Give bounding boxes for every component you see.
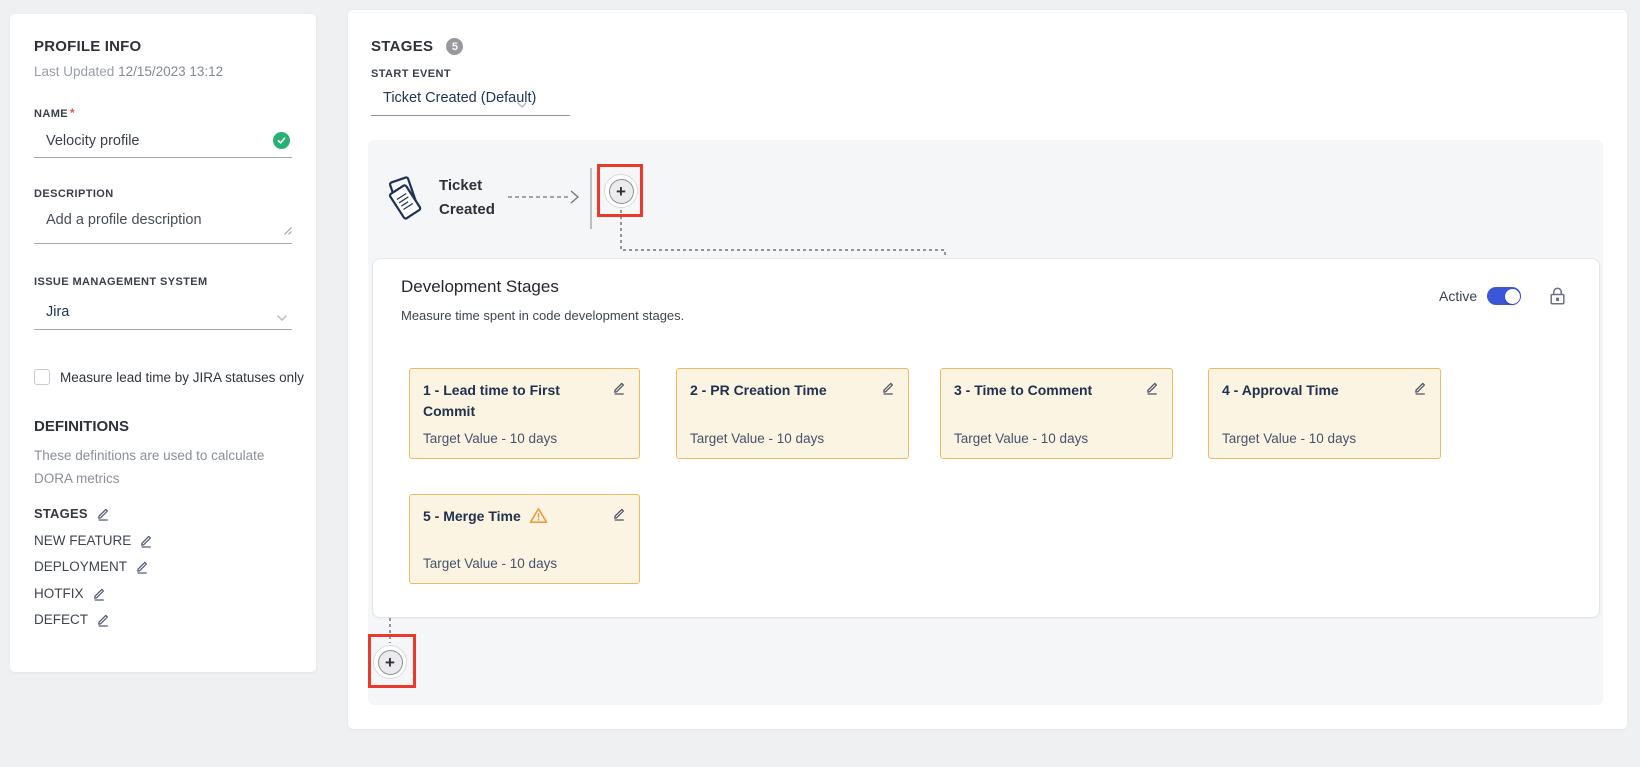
ims-selected-value: Jira	[46, 304, 69, 320]
stage-title: 5 - Merge Time	[423, 506, 525, 527]
last-updated-value: 12/15/2023 13:12	[118, 64, 223, 79]
description-label: DESCRIPTION	[34, 188, 114, 200]
start-event-select[interactable]: Ticket Created (Default)	[371, 86, 570, 116]
definition-item-deployment: DEPLOYMENT	[34, 559, 149, 574]
stages-title: STAGES	[371, 38, 433, 55]
stage-card-5[interactable]: 5 - Merge Time Target Value - 1	[409, 494, 640, 584]
add-stage-button-top[interactable]: +	[604, 174, 638, 208]
stage-target-value: Target Value - 10 days	[423, 556, 626, 571]
last-updated: Last Updated 12/15/2023 13:12	[34, 64, 223, 79]
start-event-label: START EVENT	[371, 68, 451, 80]
edit-icon[interactable]	[135, 559, 149, 574]
start-event-selected-value: Ticket Created (Default)	[383, 90, 536, 106]
profile-description-input[interactable]	[34, 206, 292, 243]
description-field-wrap	[34, 206, 292, 244]
edit-icon[interactable]	[92, 586, 106, 601]
definition-item-stages: STAGES	[34, 506, 110, 521]
definitions-title: DEFINITIONS	[34, 418, 129, 435]
ims-select[interactable]: Jira	[34, 296, 292, 330]
stage-title: 3 - Time to Comment	[954, 380, 1096, 401]
stage-card-2[interactable]: 2 - PR Creation Time Target Value - 10 d…	[676, 368, 909, 459]
start-node-line2: Created	[439, 198, 495, 222]
chevron-down-icon	[516, 96, 528, 114]
lead-time-checkbox[interactable]	[34, 369, 50, 385]
warning-icon	[529, 507, 548, 529]
stage-target-value: Target Value - 10 days	[423, 431, 626, 446]
lead-time-checkbox-row[interactable]: Measure lead time by JIRA statuses only	[34, 368, 304, 387]
definition-item-defect: DEFECT	[34, 612, 110, 627]
profile-info-title: PROFILE INFO	[34, 38, 141, 55]
stage-title: 4 - Approval Time	[1222, 380, 1343, 401]
edit-icon[interactable]	[612, 380, 626, 395]
toggle-knob	[1505, 289, 1520, 304]
plus-icon: +	[378, 650, 403, 675]
dev-stages-title: Development Stages	[401, 277, 559, 297]
stages-header: STAGES 5	[371, 38, 463, 55]
profile-info-panel: PROFILE INFO Last Updated 12/15/2023 13:…	[10, 14, 316, 672]
name-field-wrap	[34, 124, 292, 158]
stage-title: 1 - Lead time to First Commit	[423, 380, 612, 422]
ticket-icon	[380, 174, 430, 229]
definitions-subtitle: These definitions are used to calculate …	[34, 444, 286, 490]
stage-title: 2 - PR Creation Time	[690, 380, 831, 401]
resize-handle-icon[interactable]	[282, 222, 292, 240]
dev-stages-subtitle: Measure time spent in code development s…	[401, 308, 684, 323]
profile-name-input[interactable]	[34, 124, 292, 157]
active-toggle[interactable]	[1487, 287, 1521, 305]
stage-card-3[interactable]: 3 - Time to Comment Target Value - 10 da…	[940, 368, 1173, 459]
stage-card-1[interactable]: 1 - Lead time to First Commit Target Val…	[409, 368, 640, 459]
definition-item-hotfix: HOTFIX	[34, 586, 106, 601]
add-stage-button-bottom[interactable]: +	[373, 645, 407, 679]
name-label: NAME*	[34, 106, 75, 120]
edit-icon[interactable]	[96, 506, 110, 521]
plus-icon: +	[609, 179, 634, 204]
active-label: Active	[1439, 288, 1477, 304]
stages-flow-canvas: Ticket Created + Development Stages Meas…	[368, 140, 1603, 705]
profile-settings-page: PROFILE INFO Last Updated 12/15/2023 13:…	[0, 0, 1640, 767]
start-node: Ticket Created	[439, 174, 495, 222]
start-node-line1: Ticket	[439, 174, 495, 198]
edit-icon[interactable]	[881, 380, 895, 395]
definition-item-new-feature: NEW FEATURE	[34, 533, 153, 548]
ims-label: ISSUE MANAGEMENT SYSTEM	[34, 276, 208, 288]
last-updated-label: Last Updated	[34, 64, 114, 79]
stage-target-value: Target Value - 10 days	[1222, 431, 1427, 446]
development-stages-card: Development Stages Measure time spent in…	[372, 258, 1600, 618]
chevron-down-icon	[276, 309, 288, 327]
edit-icon[interactable]	[96, 612, 110, 627]
edit-icon[interactable]	[1413, 380, 1427, 395]
required-asterisk: *	[70, 106, 75, 120]
edit-icon[interactable]	[139, 533, 153, 548]
stages-panel: STAGES 5 START EVENT Ticket Created (Def…	[348, 10, 1627, 729]
stage-target-value: Target Value - 10 days	[954, 431, 1159, 446]
stages-count-badge: 5	[446, 38, 463, 55]
lead-time-checkbox-label: Measure lead time by JIRA statuses only	[60, 368, 304, 387]
valid-check-icon	[273, 132, 290, 149]
edit-icon[interactable]	[1145, 380, 1159, 395]
edit-icon[interactable]	[612, 506, 626, 521]
stage-target-value: Target Value - 10 days	[690, 431, 895, 446]
stage-card-4[interactable]: 4 - Approval Time Target Value - 10 days	[1208, 368, 1441, 459]
lock-icon[interactable]	[1547, 285, 1568, 310]
